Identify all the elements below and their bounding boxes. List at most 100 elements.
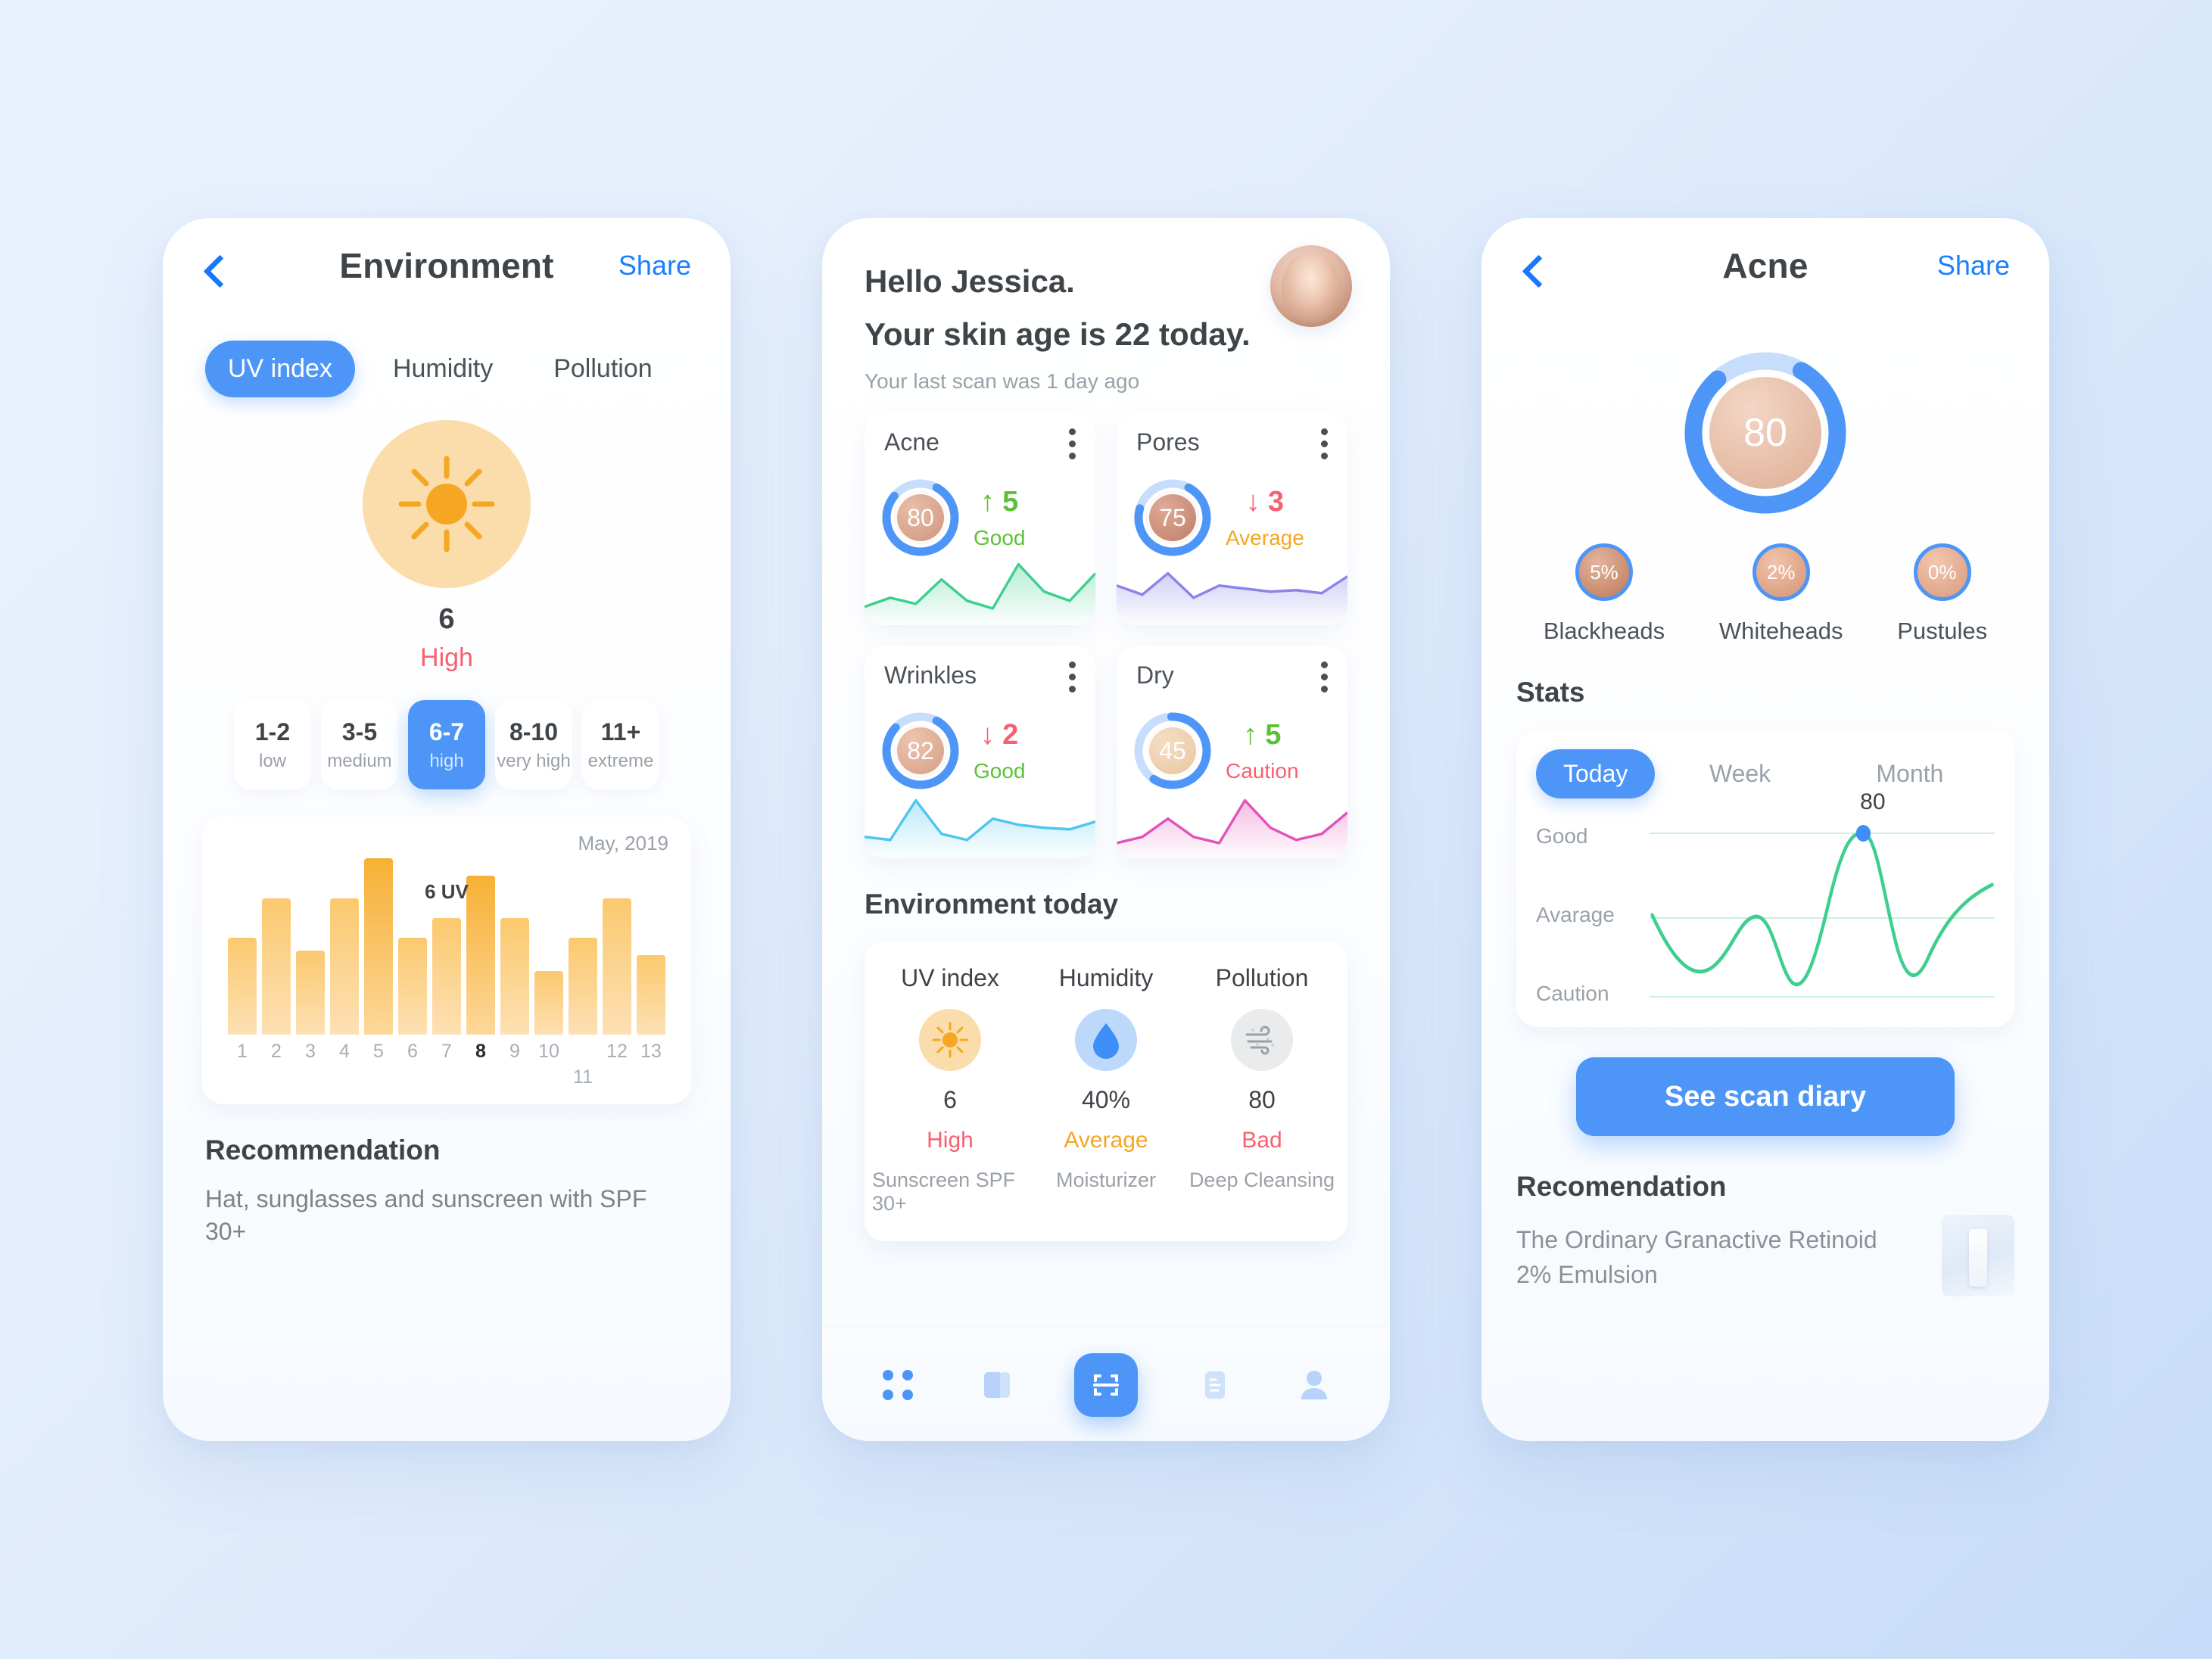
blackheads-label: Blackheads <box>1543 618 1665 644</box>
tab-person-icon[interactable] <box>1292 1363 1336 1407</box>
app-showcase: Environment Share UV index Humidity Poll… <box>0 0 2212 1659</box>
share-button[interactable]: Share <box>618 250 691 282</box>
uv-scale-high[interactable]: 6-7 high <box>408 700 485 789</box>
metric-title: Wrinkles <box>884 661 977 689</box>
pustules-value: 0% <box>1913 543 1971 601</box>
stats-tab-month[interactable]: Month <box>1825 749 1995 798</box>
uv-scale-range: 6-7 <box>428 717 465 745</box>
metric-sparkline <box>865 777 1095 858</box>
uv-scale-range: 3-5 <box>341 717 378 745</box>
bar-column <box>228 938 257 1035</box>
smog-wind-icon <box>1231 1009 1293 1071</box>
env-column-humidity[interactable]: Humidity 40% Average Moisturizer <box>1028 964 1184 1215</box>
bar-column <box>262 898 291 1035</box>
uv-scale-range: 1-2 <box>254 717 291 745</box>
metric-sparkline <box>865 543 1095 625</box>
metric-card-pores[interactable]: Pores 75 ↓ 3 Average <box>1117 413 1347 625</box>
env-column-uv-index[interactable]: UV index 6 High Sunscreen SPF 30+ <box>872 964 1028 1215</box>
env-column-pollution[interactable]: Pollution 80 Bad Deep Cleansing <box>1184 964 1340 1215</box>
skin-age-headline: Your skin age is 22 today. <box>865 316 1251 352</box>
more-options-icon[interactable] <box>1321 661 1328 693</box>
last-scan-text: Your last scan was 1 day ago <box>865 369 1140 393</box>
bar-column <box>330 898 359 1035</box>
stats-y-axis: Good Avarage Caution <box>1536 824 1650 1006</box>
breakdown-blackheads[interactable]: 5% Blackheads <box>1544 543 1665 645</box>
bar-series <box>223 836 670 1035</box>
recommendation-block: Recomendation The Ordinary Granactive Re… <box>1481 1136 2049 1296</box>
environment-section-title: Environment today <box>865 889 1119 920</box>
stats-line-chart: Good Avarage Caution 80 <box>1536 789 1995 1006</box>
recommendation-text: The Ordinary Granactive Retinoid 2% Emul… <box>1516 1226 1877 1289</box>
bar-axis-label: 13 <box>640 1041 662 1062</box>
metric-card-grid: Acne 80 ↑ 5 Good Pores 75 ↓ 3 Average Wrinkles 82 ↓ 2… <box>822 394 1390 858</box>
recommendation-title: Recommendation <box>205 1135 441 1166</box>
bar-axis-label: 10 <box>538 1041 559 1062</box>
sun-icon <box>363 420 531 588</box>
trend-arrow-icon: ↓ <box>1245 485 1260 518</box>
metric-delta: ↑ 5 <box>980 485 1019 518</box>
uv-scale-label: low <box>258 750 286 771</box>
trend-arrow-icon: ↑ <box>1243 718 1258 751</box>
trend-arrow-icon: ↑ <box>980 485 995 518</box>
blackheads-value: 5% <box>1575 543 1633 601</box>
bar-column <box>432 918 461 1035</box>
bar-axis-label: 3 <box>305 1041 316 1062</box>
uv-index-value: 6 <box>438 603 455 635</box>
metric-trend: ↓ 3 Average <box>1226 486 1304 550</box>
bar-column <box>569 938 597 1035</box>
axis-label-good: Good <box>1536 824 1588 848</box>
breakdown-whiteheads[interactable]: 2% Whiteheads <box>1719 543 1843 645</box>
metric-card-acne[interactable]: Acne 80 ↑ 5 Good <box>865 413 1095 625</box>
tab-scan-icon[interactable] <box>1073 1352 1138 1417</box>
env-value: 40% <box>1081 1086 1131 1113</box>
env-header: UV index <box>901 964 999 991</box>
uv-scale-range: 11+ <box>600 717 641 745</box>
uv-scale-very-high[interactable]: 8-10 very high <box>495 700 572 789</box>
stats-tab-week[interactable]: Week <box>1655 749 1824 798</box>
uv-index-status: High <box>420 643 473 672</box>
more-options-icon[interactable] <box>1321 428 1328 459</box>
recommendation-block: Recommendation Hat, sunglasses and sunsc… <box>163 1104 731 1248</box>
uv-scale-label: very high <box>497 750 571 771</box>
uv-scale-low[interactable]: 1-2 low <box>234 700 311 789</box>
tab-cards-icon[interactable] <box>975 1363 1019 1407</box>
metric-card-wrinkles[interactable]: Wrinkles 82 ↓ 2 Good <box>865 646 1095 858</box>
avatar[interactable] <box>1270 245 1352 327</box>
tab-uv-index[interactable]: UV index <box>205 341 355 397</box>
nav-bar-acne: Acne Share <box>1481 218 2049 324</box>
more-options-icon[interactable] <box>1069 428 1076 459</box>
bar-axis-label: 2 <box>271 1041 282 1062</box>
bar-column <box>603 898 631 1035</box>
tab-humidity[interactable]: Humidity <box>370 341 516 397</box>
uv-scale-extreme[interactable]: 11+ extreme <box>582 700 659 789</box>
metric-trend: ↑ 5 Caution <box>1226 719 1299 783</box>
metric-card-dry[interactable]: Dry 45 ↑ 5 Caution <box>1117 646 1347 858</box>
stats-tab-today[interactable]: Today <box>1536 749 1656 798</box>
bar-axis-label: 12 <box>606 1041 628 1062</box>
bar-column <box>296 951 325 1035</box>
uv-bar-chart: May, 2019 6 UV 1 2 3 4 5 6 7 8 9 10 11 12 13 <box>202 817 691 1104</box>
product-bottle-icon[interactable] <box>1942 1215 2014 1296</box>
uv-scale-medium[interactable]: 3-5 medium <box>321 700 398 789</box>
bar <box>330 898 359 1035</box>
share-button[interactable]: Share <box>1937 250 2010 282</box>
whiteheads-label: Whiteheads <box>1718 618 1843 644</box>
bar-axis-label: 1 <box>237 1041 248 1062</box>
axis-label-average: Avarage <box>1536 903 1615 926</box>
environment-today-card: UV index 6 High Sunscreen SPF 30+ Humidity 40… <box>865 942 1347 1241</box>
bar <box>262 898 291 1035</box>
see-scan-diary-button[interactable]: See scan diary <box>1576 1057 1955 1136</box>
breakdown-pustules[interactable]: 0% Pustules <box>1897 543 1987 645</box>
metric-delta: ↓ 2 <box>980 718 1019 751</box>
uv-scale-range: 8-10 <box>509 717 559 745</box>
tab-document-icon[interactable] <box>1193 1363 1237 1407</box>
more-options-icon[interactable] <box>1069 661 1076 693</box>
tab-pollution[interactable]: Pollution <box>531 341 675 397</box>
bar <box>228 938 257 1035</box>
uv-scale-label: medium <box>327 750 392 771</box>
greeting-block: Hello Jessica. Your skin age is 22 today… <box>822 218 1390 394</box>
nav-bar-environment: Environment Share <box>163 218 731 324</box>
env-tip: Deep Cleansing <box>1189 1169 1335 1191</box>
tab-grid-dots-icon[interactable] <box>876 1363 920 1407</box>
bar-axis-label: 9 <box>509 1041 520 1062</box>
